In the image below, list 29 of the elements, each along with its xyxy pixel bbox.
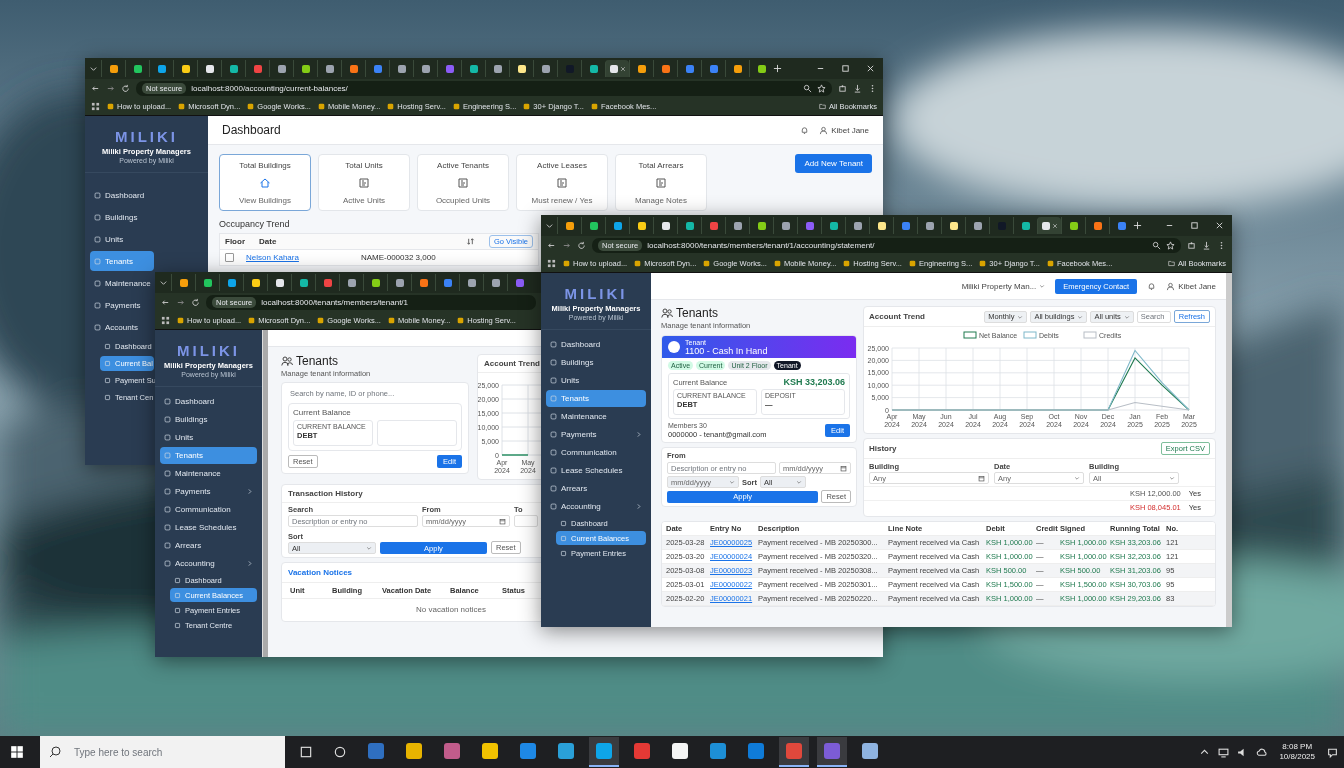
column-header: Date (259, 237, 277, 246)
card-caption: View Buildings (239, 196, 291, 205)
url-text: localhost:8000/tenants/members/tenant/1 (261, 298, 409, 307)
logo-text: MILIKI (563, 285, 629, 302)
card-caption: Must renew / Yes (531, 196, 593, 205)
page-title: Tenants (676, 306, 719, 320)
table-cell: NAME-000032 3,000 (360, 253, 436, 262)
section-title: Occupancy Trend (219, 219, 290, 229)
card-title: Active Leases (537, 161, 587, 170)
logo-text: MILIKI (176, 342, 241, 359)
card-title: Total Arrears (638, 161, 684, 170)
card-caption: Active Units (342, 196, 386, 205)
tenant-name: 1100 - Cash In Hand (685, 345, 768, 356)
page-title: Dashboard (222, 123, 281, 137)
balance-amount: KSH 33,203.06 (783, 377, 845, 387)
card-title: Total Units (345, 161, 383, 170)
card-title: History (869, 444, 897, 453)
chart-title: Account Trend (869, 312, 925, 321)
panel-title: Current Balance (293, 408, 352, 417)
url-text: localhost:8000/tenants/members/tenant/1/accounting/statement/ (647, 241, 875, 250)
card-caption: Manage Notes (635, 196, 687, 205)
empty-message: No vacation notices (415, 604, 487, 616)
logo-text: MILIKI (114, 128, 179, 145)
url-text: localhost:8000/accounting/current-balances/ (191, 84, 348, 93)
card-title: Total Buildings (239, 161, 291, 170)
card-caption: Occupied Units (435, 196, 491, 205)
column-header: Floor (225, 237, 245, 246)
card-title: Active Tenants (437, 161, 489, 170)
page-title: Tenants (296, 354, 339, 368)
